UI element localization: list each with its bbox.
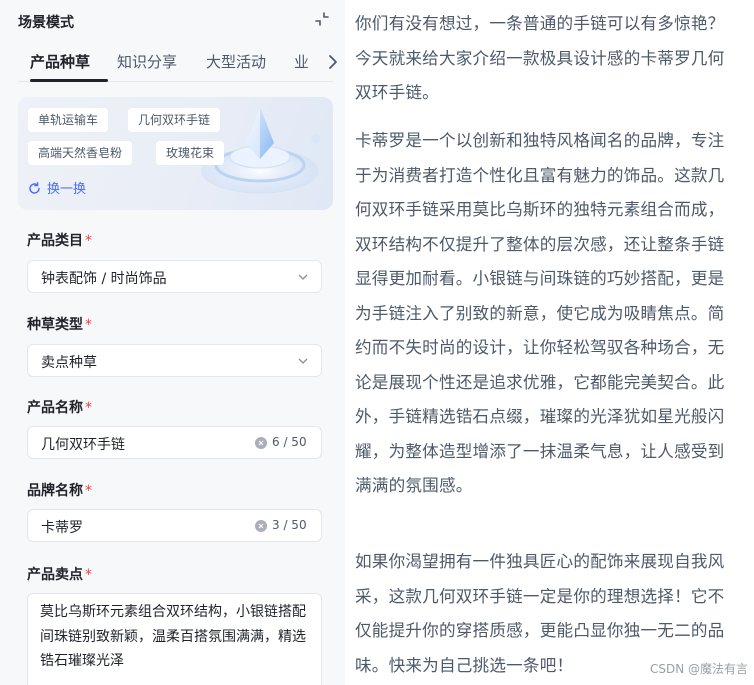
refresh-button[interactable]: 换一换 [28, 178, 86, 197]
product-category-value: 钟表配饰 / 时尚饰品 [41, 271, 167, 287]
selling-points-textarea[interactable]: 莫比乌斯环元素组合双环结构，小银链搭配间珠链别致新颖，温柔百搭氛围满满，精选锆石… [27, 593, 322, 685]
article-paragraph: 你们有没有想过，一条普通的手链可以有多惊艳？今天就来给大家介绍一款极具设计感的卡… [355, 14, 725, 102]
refresh-label: 换一换 [47, 182, 87, 197]
watermark: CSDN @魔法有言 [649, 660, 748, 677]
tab-big-event[interactable]: 大型活动 [206, 51, 266, 72]
tab-knowledge-share[interactable]: 知识分享 [117, 51, 177, 72]
example-banner: 单轨运输车 几何双环手链 高端天然香皂粉 玫瑰花束 换一换 [18, 97, 333, 210]
tab-product-seeding[interactable]: 产品种草 [30, 51, 90, 72]
panel-title: 场景模式 [18, 15, 74, 31]
article-paragraph: 卡蒂罗是一个以创新和独特风格闻名的品牌，专注于为消费者打造个性化且富有魅力的饰品… [355, 131, 725, 495]
example-chip[interactable]: 几何双环手链 [128, 108, 221, 132]
scene-tabs: 产品种草 知识分享 大型活动 业 [18, 48, 337, 82]
active-tab-indicator [30, 79, 108, 82]
selling-points-label: 产品卖点 * [27, 567, 92, 583]
example-chip[interactable]: 单轨运输车 [28, 108, 109, 132]
product-category-select[interactable]: 钟表配饰 / 时尚饰品 [27, 260, 322, 293]
chevron-down-icon [298, 274, 308, 280]
brand-name-value: 卡蒂罗 [41, 520, 83, 536]
seeding-type-select[interactable]: 卖点种草 [27, 344, 322, 377]
collapse-icon[interactable] [313, 10, 331, 28]
seeding-type-value: 卖点种草 [41, 355, 97, 371]
chevron-down-icon [298, 358, 308, 364]
clear-icon[interactable] [255, 437, 267, 449]
product-name-input[interactable]: 几何双环手链 6 / 50 [27, 426, 322, 459]
refresh-icon [29, 182, 40, 194]
example-chip[interactable]: 高端天然香皂粉 [28, 141, 133, 165]
chevron-right-icon[interactable] [326, 52, 340, 72]
config-panel: 场景模式 产品种草 知识分享 大型活动 业 单轨运输车 几何双环手链 高端天然香… [0, 0, 345, 685]
product-category-label: 产品类目 * [27, 233, 92, 249]
char-count: 6 / 50 [272, 435, 307, 449]
brand-name-label: 品牌名称 * [27, 483, 92, 499]
clear-icon[interactable] [255, 520, 267, 532]
product-name-value: 几何双环手链 [41, 437, 125, 453]
brand-name-input[interactable]: 卡蒂罗 3 / 50 [27, 509, 322, 542]
seeding-type-label: 种草类型 * [27, 317, 92, 333]
product-name-label: 产品名称 * [27, 400, 92, 416]
generated-article: 你们有没有想过，一条普通的手链可以有多惊艳？今天就来给大家介绍一款极具设计感的卡… [345, 0, 754, 685]
char-count: 3 / 50 [272, 518, 307, 532]
example-chip[interactable]: 玫瑰花束 [156, 141, 225, 165]
